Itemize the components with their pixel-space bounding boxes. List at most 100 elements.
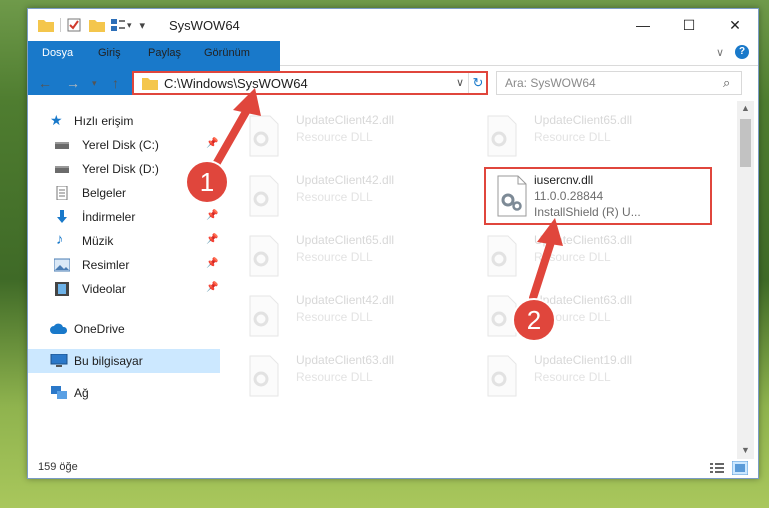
file-name: UpdateClient19.dll [534, 353, 633, 367]
pictures-icon [54, 258, 70, 272]
up-arrow-icon[interactable]: ↑ [112, 75, 119, 91]
drive-icon [55, 142, 69, 149]
minimize-button[interactable]: — [620, 9, 666, 41]
file-name: UpdateClient63.dll [296, 353, 395, 367]
file-item[interactable]: UpdateClient42.dll Resource DLL [238, 289, 462, 343]
nav-item-label: Videolar [82, 282, 126, 296]
vertical-scrollbar[interactable]: ▲ ▼ [737, 101, 754, 459]
nav-item-label: Bu bilgisayar [74, 354, 143, 368]
nav-item-label: İndirmeler [82, 210, 136, 224]
search-input[interactable]: Ara: SysWOW64 ⌕ [496, 71, 742, 95]
file-name: UpdateClient65.dll [296, 233, 395, 247]
file-version: 11.0.0.28844 [534, 189, 604, 203]
address-dropdown-icon[interactable]: ∨ [456, 76, 464, 89]
help-icon[interactable]: ? [735, 45, 749, 59]
recent-locations-icon[interactable]: ▾ [92, 78, 97, 89]
nav-item-label: Yerel Disk (D:) [82, 162, 159, 176]
nav-item-label: Müzik [82, 234, 114, 248]
download-icon [57, 210, 67, 223]
pin-icon: 📌 [206, 234, 219, 245]
details-view-icon[interactable] [710, 462, 724, 474]
pin-icon: 📌 [206, 258, 219, 269]
dll-file-icon [249, 295, 279, 337]
nav-item-pictures[interactable]: Resimler 📌 [28, 253, 220, 277]
scroll-thumb[interactable] [740, 119, 751, 167]
file-list: UpdateClient42.dll Resource DLL UpdateCl… [238, 101, 738, 459]
pin-icon: 📌 [206, 282, 219, 293]
address-field[interactable]: C:\Windows\SysWOW64 ∨ ↻ [132, 71, 488, 95]
address-bar-row: ← → ▾ ↑ C:\Windows\SysWOW64 ∨ ↻ Ara: Sys… [28, 66, 758, 100]
nav-item-quick-access[interactable]: ★ Hızlı erişim [28, 109, 220, 133]
file-name: UpdateClient42.dll [296, 173, 395, 187]
refresh-button[interactable]: ↻ [468, 73, 487, 93]
documents-icon [56, 186, 68, 200]
nav-item-onedrive[interactable]: OneDrive [28, 317, 220, 341]
file-type: Resource DLL [296, 190, 373, 204]
file-item[interactable]: UpdateClient63.dll Resource DLL [238, 349, 462, 403]
status-bar: 159 öğe [28, 459, 758, 478]
properties-icon[interactable] [67, 18, 81, 32]
file-item[interactable]: UpdateClient65.dll Resource DLL [476, 109, 700, 163]
dll-file-icon [249, 175, 279, 217]
folder-icon[interactable] [38, 18, 54, 32]
quick-access-toolbar: ▾ ▾ [38, 16, 149, 34]
dll-file-icon [249, 235, 279, 277]
nav-item-label: Yerel Disk (C:) [82, 138, 159, 152]
nav-item-downloads[interactable]: İndirmeler 📌 [28, 205, 220, 229]
scroll-up-icon[interactable]: ▲ [741, 103, 750, 113]
file-item[interactable]: UpdateClient65.dll Resource DLL [238, 229, 462, 283]
nav-item-label: Ağ [74, 386, 89, 400]
file-type: Resource DLL [534, 250, 611, 264]
file-item-iusercnv[interactable]: iusercnv.dll 11.0.0.28844 InstallShield … [484, 167, 712, 225]
file-name: UpdateClient42.dll [296, 113, 395, 127]
file-item[interactable]: UpdateClient42.dll Resource DLL [238, 109, 462, 163]
scroll-down-icon[interactable]: ▼ [741, 445, 750, 455]
nav-item-label: Hızlı erişim [74, 114, 134, 128]
forward-arrow-icon[interactable]: → [66, 75, 80, 91]
maximize-button[interactable]: ☐ [666, 9, 712, 41]
close-button[interactable]: ✕ [712, 9, 758, 41]
nav-item-videos[interactable]: Videolar 📌 [28, 277, 220, 301]
file-type: Resource DLL [296, 250, 373, 264]
folder-icon [142, 78, 158, 90]
dll-file-icon [497, 175, 527, 217]
tab-view[interactable]: Görünüm [194, 41, 260, 65]
computer-icon [50, 354, 68, 367]
step-2-number: 2 [526, 305, 542, 335]
nav-item-music[interactable]: ♪ Müzik 📌 [28, 229, 220, 253]
nav-item-network[interactable]: Ağ [28, 381, 220, 405]
nav-item-label: Belgeler [82, 186, 127, 200]
back-arrow-icon[interactable]: ← [38, 75, 52, 91]
file-type: Resource DLL [534, 130, 611, 144]
nav-item-this-pc[interactable]: Bu bilgisayar [28, 349, 220, 373]
expand-ribbon-icon[interactable]: ∨ [716, 46, 724, 59]
file-item[interactable]: UpdateClient42.dll Resource DLL [238, 169, 462, 223]
file-name: UpdateClient63.dll [534, 233, 633, 247]
dll-file-icon [249, 115, 279, 157]
drive-icon [55, 166, 69, 173]
file-item[interactable]: UpdateClient19.dll Resource DLL [476, 349, 700, 403]
window-title: SysWOW64 [169, 18, 240, 33]
new-folder-icon[interactable] [89, 18, 105, 32]
nav-item-drive-c[interactable]: Yerel Disk (C:) 📌 [28, 133, 220, 157]
address-path: C:\Windows\SysWOW64 [164, 76, 308, 91]
tab-share[interactable]: Paylaş [138, 41, 191, 65]
search-icon[interactable]: ⌕ [723, 75, 730, 91]
customize-icon[interactable] [111, 19, 125, 31]
qat-dropdown-icon[interactable]: ▾ [140, 19, 146, 32]
file-type: Resource DLL [296, 130, 373, 144]
cloud-icon [50, 323, 68, 334]
file-item[interactable]: UpdateClient63.dll Resource DLL [476, 289, 700, 343]
nav-item-label: OneDrive [74, 322, 125, 336]
chevron-down-icon[interactable]: ▾ [127, 20, 132, 31]
network-icon [51, 386, 67, 399]
step-1-number: 1 [199, 167, 215, 197]
file-name: iusercnv.dll [534, 173, 594, 187]
file-type: Resource DLL [534, 370, 611, 384]
search-placeholder: Ara: SysWOW64 [505, 76, 596, 90]
title-bar: ▾ ▾ SysWOW64 — ☐ ✕ [28, 9, 758, 41]
file-description: InstallShield (R) U... [534, 205, 641, 219]
large-icons-view-icon[interactable] [732, 461, 748, 475]
tab-home[interactable]: Giriş [88, 41, 131, 65]
file-item[interactable]: UpdateClient63.dll Resource DLL [476, 229, 700, 283]
